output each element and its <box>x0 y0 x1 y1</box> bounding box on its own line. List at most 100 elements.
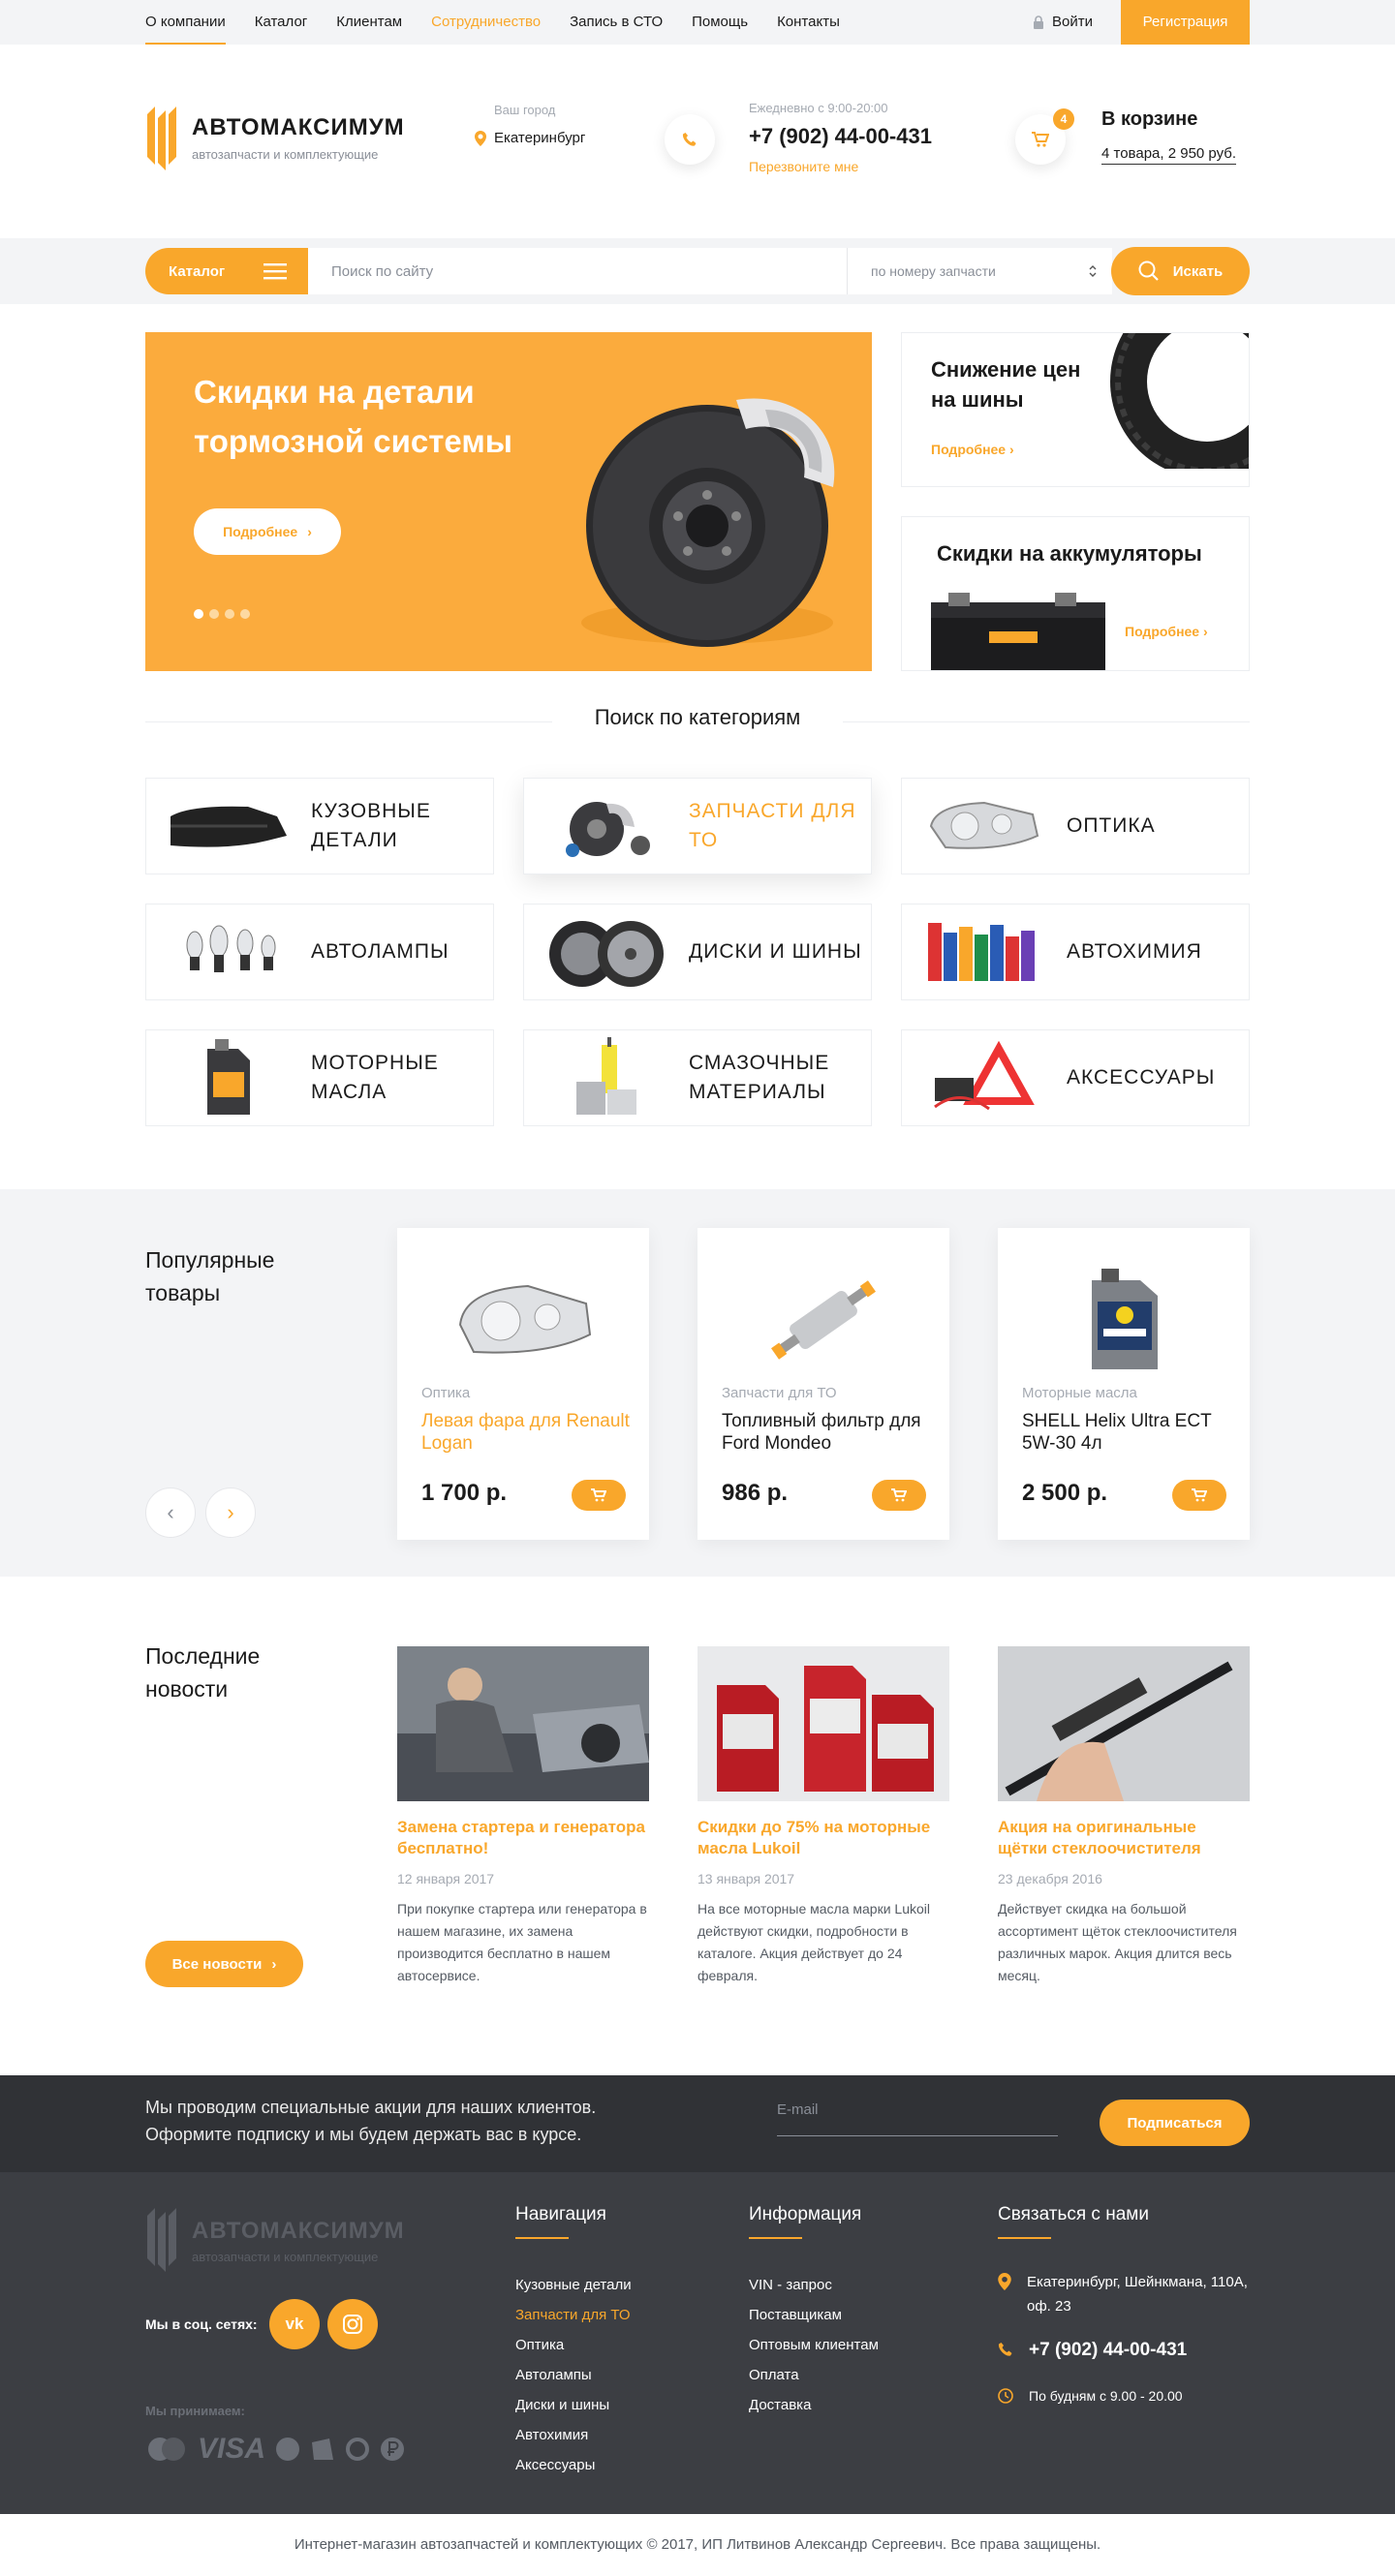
product-name[interactable]: Топливный фильтр для Ford Mondeo <box>722 1410 930 1455</box>
payment-label: Мы принимаем: <box>145 2404 245 2418</box>
slider-dot[interactable] <box>194 609 203 619</box>
email-field[interactable]: E-mail <box>777 2100 1058 2136</box>
footer-nav-link[interactable]: Автохимия <box>515 2420 632 2450</box>
working-hours: Ежедневно с 9:00-20:00 <box>749 101 888 115</box>
footer-logo-title[interactable]: АВТОМАКСИМУМ <box>192 2218 405 2245</box>
search-input[interactable]: Поиск по сайту <box>308 248 847 294</box>
news-title-link[interactable]: Скидки до 75% на моторные масла Lukoil <box>698 1817 949 1859</box>
register-button[interactable]: Регистрация <box>1121 0 1250 45</box>
footer-nav-link[interactable]: Оптика <box>515 2330 632 2360</box>
topnav-item-help[interactable]: Помощь <box>692 0 748 45</box>
subscribe-button[interactable]: Подписаться <box>1100 2100 1250 2146</box>
search-button[interactable]: Искать <box>1111 247 1250 295</box>
copyright: Интернет-магазин автозапчастей и комплек… <box>0 2514 1395 2576</box>
hero-banner[interactable]: Скидки на детали тормозной системы Подро… <box>145 332 872 671</box>
topnav-item-cooperation[interactable]: Сотрудничество <box>431 0 541 45</box>
mastercard-icon <box>148 2438 185 2461</box>
search-mode-select[interactable]: по номеру запчасти <box>847 248 1112 294</box>
promo-tires[interactable]: Снижение цен на шины Подробнее › <box>901 332 1250 487</box>
footer-info-link[interactable]: Оптовым клиентам <box>749 2330 879 2360</box>
phone-icon-button[interactable] <box>665 114 715 165</box>
search-mode-value: по номеру запчасти <box>871 263 996 279</box>
category-lubricants[interactable]: Смазочные материалы <box>523 1029 872 1126</box>
login-link[interactable]: Войти <box>1033 0 1093 45</box>
vk-button[interactable]: vk <box>269 2299 320 2349</box>
footer-logo-subtitle: автозапчасти и комплектующие <box>192 2250 379 2264</box>
news-title-link[interactable]: Замена стартера и генератора бесплатно! <box>397 1817 649 1859</box>
footer-nav-link[interactable]: Запчасти для ТО <box>515 2300 632 2330</box>
product-card[interactable]: Моторные масла SHELL Helix Ultra ECT 5W-… <box>998 1228 1250 1540</box>
instagram-button[interactable] <box>327 2299 378 2349</box>
callback-link[interactable]: Перезвоните мне <box>749 159 858 174</box>
logo-title[interactable]: АВТОМАКСИМУМ <box>192 114 405 141</box>
slider-next-button[interactable]: › <box>205 1487 256 1538</box>
catalog-menu-button[interactable]: Каталог <box>145 248 308 294</box>
cart-summary[interactable]: 4 товара, 2 950 руб. <box>1101 145 1237 165</box>
footer-info-link[interactable]: Доставка <box>749 2390 879 2420</box>
news-date: 12 января 2017 <box>397 1871 495 1886</box>
category-label: Оптика <box>1067 814 1156 837</box>
cart-title[interactable]: В корзине <box>1101 108 1197 131</box>
promo-tires-link[interactable]: Подробнее › <box>931 442 1014 457</box>
subscribe-text: Мы проводим специальные акции для наших … <box>145 2098 597 2144</box>
news-item[interactable]: Скидки до 75% на моторные масла Lukoil 1… <box>698 1646 949 1987</box>
yandex-money-icon <box>312 2438 334 2460</box>
footer-nav-link[interactable]: Автолампы <box>515 2360 632 2390</box>
battery-image <box>931 593 1105 670</box>
product-category: Оптика <box>421 1385 471 1401</box>
footer-nav-link[interactable]: Кузовные детали <box>515 2270 632 2300</box>
clock-icon <box>998 2388 1013 2404</box>
promo-batteries-link[interactable]: Подробнее › <box>1125 624 1208 639</box>
product-card[interactable]: Запчасти для ТО Топливный фильтр для For… <box>698 1228 949 1540</box>
topnav-item-catalog[interactable]: Каталог <box>255 0 308 45</box>
slider-prev-button[interactable]: ‹ <box>145 1487 196 1538</box>
promo-batteries[interactable]: Скидки на аккумуляторы Подробнее › <box>901 516 1250 671</box>
footer-logo-icon <box>147 2208 176 2272</box>
news-title-link[interactable]: Акция на оригинальные щётки стеклоочисти… <box>998 1817 1250 1859</box>
footer-phone[interactable]: +7 (902) 44-00-431 <box>998 2338 1187 2362</box>
slider-dot[interactable] <box>209 609 219 619</box>
footer-hours: По будням с 9.00 - 20.00 <box>998 2384 1183 2408</box>
topnav-item-clients[interactable]: Клиентам <box>336 0 402 45</box>
slider-dots <box>194 609 250 619</box>
search-icon <box>1138 261 1159 281</box>
news-text: При покупке стартера или генератора в на… <box>397 1901 647 1983</box>
webmoney-icon <box>276 2438 300 2461</box>
chevron-right-icon: › <box>227 1500 234 1524</box>
category-optics[interactable]: Оптика <box>901 778 1250 874</box>
all-news-button[interactable]: Все новости › <box>145 1941 303 1987</box>
topnav-item-service-booking[interactable]: Запись в СТО <box>570 0 663 45</box>
footer-nav-link[interactable]: Аксессуары <box>515 2450 632 2480</box>
product-card[interactable]: Оптика Левая фара для Renault Logan 1 70… <box>397 1228 649 1540</box>
hero-more-button[interactable]: Подробнее › <box>194 508 341 555</box>
location-pin-icon <box>998 2273 1011 2290</box>
add-to-cart-button[interactable] <box>872 1480 926 1511</box>
topnav-item-contacts[interactable]: Контакты <box>777 0 840 45</box>
product-name[interactable]: SHELL Helix Ultra ECT 5W-30 4л <box>1022 1410 1230 1455</box>
category-body-parts[interactable]: Кузовные детали <box>145 778 494 874</box>
category-maintenance-parts[interactable]: Запчасти для ТО <box>523 778 872 874</box>
product-name[interactable]: Левая фара для Renault Logan <box>421 1410 630 1455</box>
add-to-cart-button[interactable] <box>572 1480 626 1511</box>
news-item[interactable]: Акция на оригинальные щётки стеклоочисти… <box>998 1646 1250 1987</box>
slider-dot[interactable] <box>240 609 250 619</box>
footer-info-link[interactable]: Поставщикам <box>749 2300 879 2330</box>
news-item[interactable]: Замена стартера и генератора бесплатно! … <box>397 1646 649 1987</box>
add-to-cart-button[interactable] <box>1172 1480 1226 1511</box>
footer-info-link[interactable]: Оплата <box>749 2360 879 2390</box>
product-image-oil <box>998 1247 1250 1393</box>
topnav-item-about[interactable]: О компании <box>145 0 226 45</box>
category-accessories[interactable]: Аксессуары <box>901 1029 1250 1126</box>
footer-info-link[interactable]: VIN - запрос <box>749 2270 879 2300</box>
lamps-icon <box>146 905 311 999</box>
slider-dot[interactable] <box>225 609 234 619</box>
footer-nav-link[interactable]: Диски и шины <box>515 2390 632 2420</box>
news-date: 13 января 2017 <box>698 1871 795 1886</box>
category-lamps[interactable]: Автолампы <box>145 904 494 1000</box>
category-wheels-tires[interactable]: Диски и шины <box>523 904 872 1000</box>
footer-address: Екатеринбург, Шейнкмана, 110А, оф. 23 <box>998 2270 1250 2318</box>
category-motor-oils[interactable]: Моторные масла <box>145 1029 494 1126</box>
header-phone[interactable]: +7 (902) 44-00-431 <box>749 124 932 149</box>
city-selector[interactable]: Екатеринбург <box>475 130 585 146</box>
category-auto-chemicals[interactable]: Автохимия <box>901 904 1250 1000</box>
